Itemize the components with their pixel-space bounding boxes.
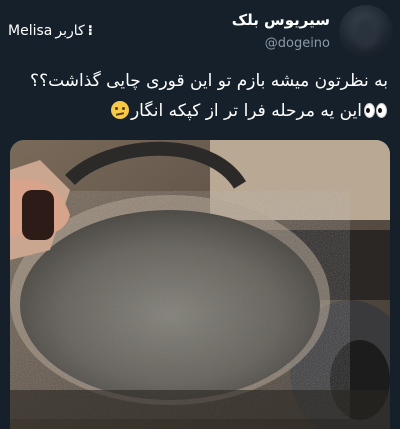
moldy-teapot-photo <box>10 140 390 429</box>
watermark-label: کاربر <box>55 23 85 39</box>
eyes-emoji-icon <box>364 98 388 128</box>
tweet-text-line-2-wrap: این یه مرحله فرا تر از کپکه انگار <box>8 96 388 128</box>
author-display-name[interactable]: سیریوس بلک <box>232 10 330 30</box>
avatar[interactable] <box>339 5 393 59</box>
author-handle[interactable]: @dogeino <box>232 34 330 54</box>
tweet-text-line-2: این یه مرحله فرا تر از کپکه انگار <box>130 101 362 121</box>
tweet-text: به نظرتون میشه بازم تو این قوری چایی گذا… <box>8 66 388 128</box>
kebab-dots-icon: ⁝ <box>87 23 93 39</box>
confused-face-emoji-icon <box>110 101 129 119</box>
tweet-author[interactable]: سیریوس بلک @dogeino <box>232 10 330 54</box>
watermark: Melisa کاربر ⁝ <box>8 23 93 39</box>
tweet-photo[interactable] <box>10 140 390 429</box>
tweet-text-line-1: به نظرتون میشه بازم تو این قوری چایی گذا… <box>30 71 388 91</box>
watermark-name: Melisa <box>8 23 53 39</box>
